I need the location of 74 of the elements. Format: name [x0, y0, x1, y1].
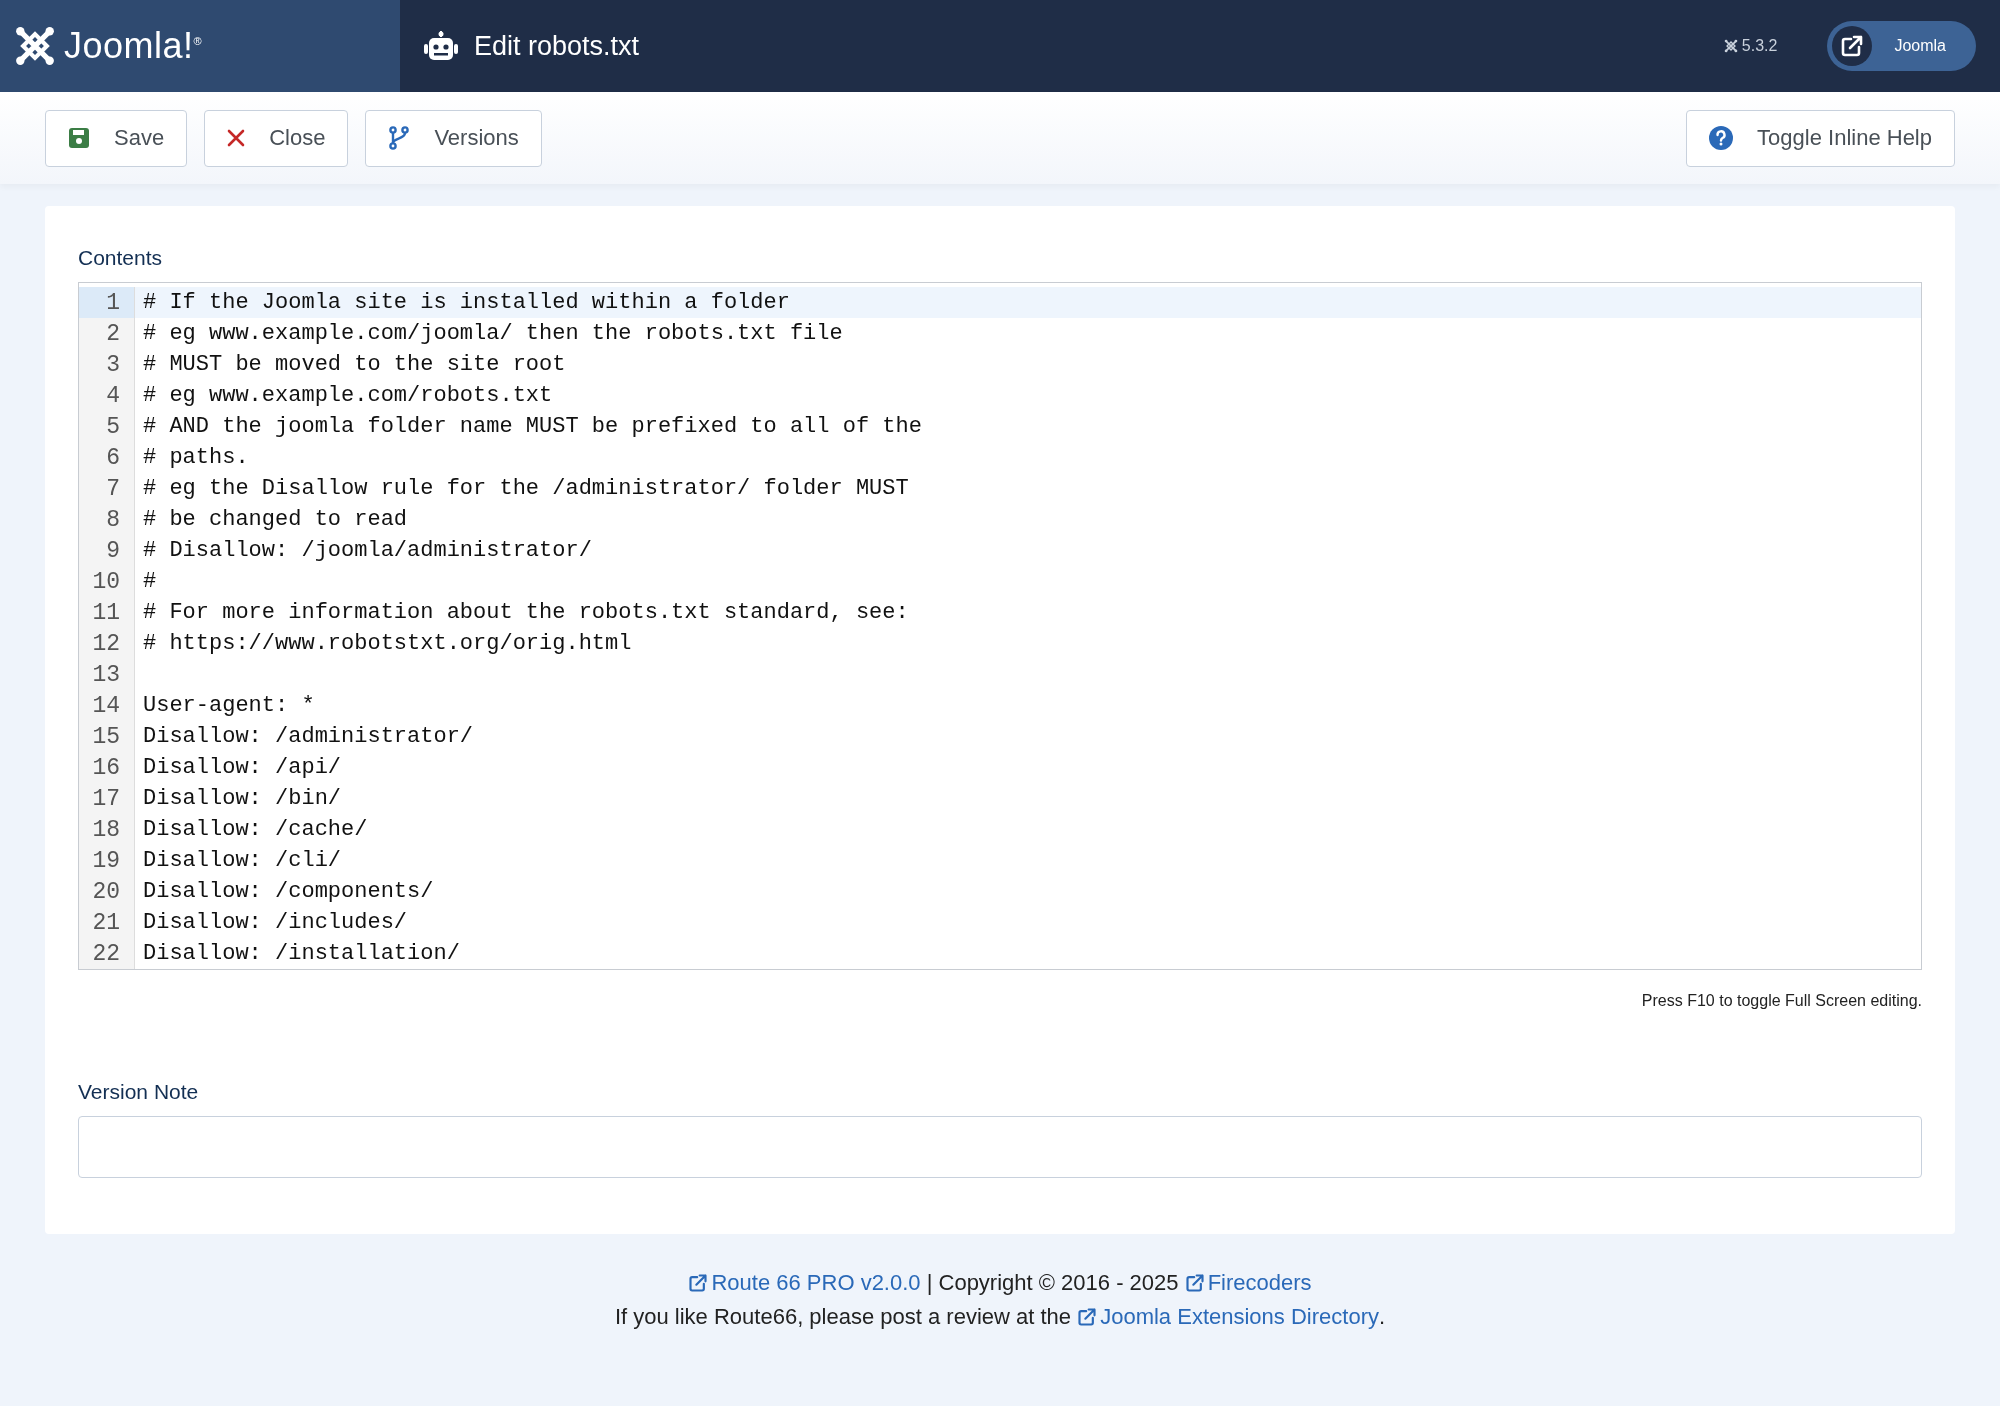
footer-text: If you like Route66, please post a review at the: [614, 1304, 1073, 1330]
line-number: 20: [79, 876, 135, 907]
code-line: # For more information about the robots.txt standard, see:: [142, 600, 909, 625]
line-number: 10: [79, 566, 135, 597]
code-line: #: [142, 569, 157, 594]
footer-link[interactable]: Firecoders: [1184, 1270, 1312, 1296]
code-line: # be changed to read: [142, 507, 408, 532]
logo[interactable]: Joomla!$^{®}$: [0, 0, 400, 92]
field-label: Version Note: [78, 1080, 200, 1104]
external-link-icon: [1077, 1307, 1098, 1327]
line-number: 21: [79, 907, 135, 938]
code-line: # paths.: [142, 445, 249, 470]
code-line: Disallow: /components/: [142, 879, 434, 904]
logo-text: Joomla!$^{®}$: [64, 25, 203, 67]
line-number: 13: [79, 659, 135, 690]
code-line: Disallow: /cache/: [142, 817, 368, 842]
line-number: 6: [79, 442, 135, 473]
code-line: Disallow: /administrator/: [142, 724, 474, 749]
code-line: Disallow: /api/: [142, 755, 342, 780]
line-number: 3: [79, 349, 135, 380]
help-icon: [1709, 126, 1734, 150]
help-button[interactable]: Toggle Inline Help: [1686, 109, 1955, 167]
footer-link[interactable]: Route 66 PRO v2.0.0: [688, 1270, 921, 1296]
code-line: # https://www.robotstxt.org/orig.html: [142, 631, 632, 656]
line-number: 15: [79, 721, 135, 752]
editor-hint: Press F10 to toggle Full Screen editing.: [1641, 992, 1922, 1010]
branch-icon: [388, 126, 411, 150]
code-line: # MUST be moved to the site root: [142, 352, 566, 377]
external-link-icon: [1184, 1273, 1205, 1293]
line-number: 16: [79, 752, 135, 783]
line-number: 11: [79, 597, 135, 628]
code-line: Disallow: /cli/: [142, 848, 342, 873]
page-title: Edit robots.txt: [474, 30, 640, 62]
line-number: 4: [79, 380, 135, 411]
code-line: # If the Joomla site is installed within a folder: [142, 290, 790, 315]
code-line: User-agent: *: [142, 693, 315, 718]
code-line: # eg www.example.com/joomla/ then the robots.txt file: [142, 321, 843, 346]
external-link-icon: [1840, 34, 1865, 58]
save-button[interactable]: Save: [45, 109, 188, 167]
line-number: 22: [79, 938, 135, 969]
code-line: Disallow: /bin/: [142, 786, 342, 811]
code-line: # Disallow: /joomla/administrator/: [142, 538, 592, 563]
line-number: 12: [79, 628, 135, 659]
version-text: 5.3.2: [1741, 37, 1778, 55]
close-button[interactable]: Close: [204, 109, 349, 167]
line-number: 7: [79, 473, 135, 504]
line-number: 8: [79, 504, 135, 535]
line-number: 5: [79, 411, 135, 442]
line-number: 2: [79, 318, 135, 349]
code-line: Disallow: /includes/: [142, 910, 408, 935]
line-number: 17: [79, 783, 135, 814]
line-number: 19: [79, 845, 135, 876]
logo-icon: [1723, 39, 1738, 53]
code-line: # AND the joomla folder name MUST be prefixed to all of the: [142, 414, 922, 439]
robot-icon: [424, 31, 458, 61]
external-link-icon: [688, 1273, 709, 1293]
footer-text: .: [1378, 1304, 1386, 1330]
logo-icon: [14, 25, 56, 67]
code-line: # eg the Disallow rule for the /administrator/ folder MUST: [142, 476, 909, 501]
line-number: 9: [79, 535, 135, 566]
save-icon: [68, 127, 90, 149]
line-number: 1: [79, 287, 135, 318]
line-number: 14: [79, 690, 135, 721]
versions-button[interactable]: Versions: [365, 109, 542, 167]
field-label: Contents: [78, 246, 164, 270]
footer-text: | Copyright © 2016 - 2025: [925, 1270, 1180, 1296]
code-editor[interactable]: [78, 282, 1922, 970]
close-icon: [227, 129, 246, 147]
footer-link[interactable]: Joomla Extensions Directory: [1077, 1304, 1379, 1330]
site-link-button[interactable]: Joomla: [1827, 21, 1976, 71]
code-line: Disallow: /installation/: [142, 941, 460, 966]
code-line: # eg www.example.com/robots.txt: [142, 383, 553, 408]
version-note-field[interactable]: [78, 1116, 1922, 1178]
line-number: 18: [79, 814, 135, 845]
